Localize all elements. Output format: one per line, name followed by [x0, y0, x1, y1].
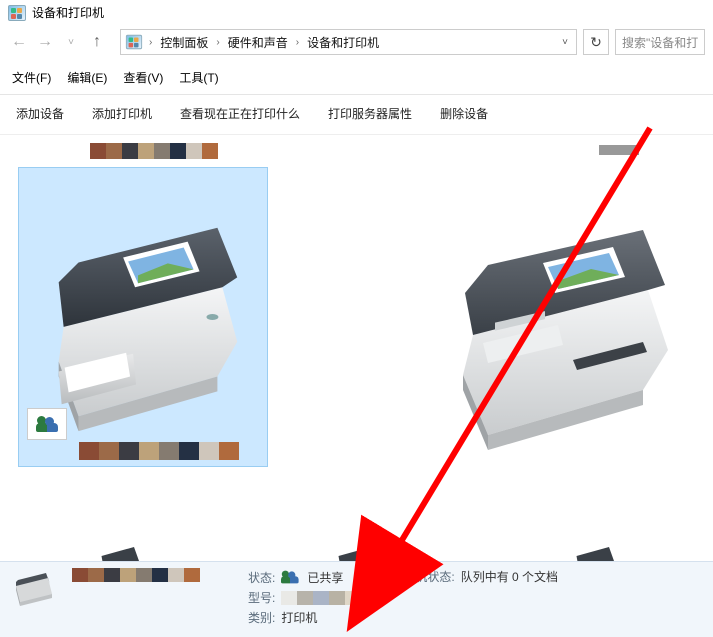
- cmd-add-device[interactable]: 添加设备: [16, 105, 64, 122]
- menu-view[interactable]: 查看(V): [123, 69, 163, 86]
- devices-printers-icon: [8, 5, 26, 21]
- menu-bar: 文件(F) 编辑(E) 查看(V) 工具(T): [0, 63, 713, 95]
- printer-item[interactable]: [433, 185, 693, 465]
- people-icon: [36, 415, 58, 433]
- chevron-right-icon[interactable]: ›: [214, 37, 221, 48]
- command-toolbar: 添加设备 添加打印机 查看现在正在打印什么 打印服务器属性 删除设备: [0, 95, 713, 135]
- search-input[interactable]: 搜索"设备和打: [615, 29, 705, 55]
- printer-state-label: 打印机状态:: [391, 568, 454, 585]
- search-placeholder: 搜索"设备和打: [622, 34, 698, 51]
- cmd-print-server-props[interactable]: 打印服务器属性: [328, 105, 412, 122]
- shared-badge: [27, 408, 67, 440]
- nav-buttons: ← → ˅ ↑: [8, 31, 108, 53]
- back-button[interactable]: ←: [8, 31, 30, 53]
- cmd-add-printer[interactable]: 添加打印机: [92, 105, 152, 122]
- category-label: 类别:: [248, 609, 275, 626]
- people-icon: [281, 570, 299, 584]
- printer-state-value: 队列中有 0 个文档: [461, 568, 558, 585]
- menu-tools[interactable]: 工具(T): [179, 69, 218, 86]
- recent-dropdown[interactable]: ˅: [60, 31, 82, 53]
- details-printer-icon: [10, 568, 56, 608]
- redacted-device-name: [72, 568, 232, 582]
- path-icon: [126, 35, 142, 49]
- cmd-remove-device[interactable]: 删除设备: [440, 105, 488, 122]
- content-area: [0, 135, 713, 575]
- menu-file[interactable]: 文件(F): [12, 69, 51, 86]
- breadcrumb-hardware-sound[interactable]: 硬件和声音: [226, 32, 290, 53]
- chevron-right-icon[interactable]: ›: [147, 37, 154, 48]
- window-title: 设备和打印机: [32, 4, 104, 21]
- breadcrumb-devices-printers[interactable]: 设备和打印机: [305, 32, 381, 53]
- state-label: 状态:: [248, 569, 275, 586]
- redacted-label: [599, 145, 639, 155]
- redacted-model: [281, 591, 361, 605]
- window-titlebar: 设备和打印机: [0, 0, 713, 25]
- menu-edit[interactable]: 编辑(E): [67, 69, 107, 86]
- details-pane: 状态: 已共享 型号: 类别: 打印机 打印机状态: 队列中有 0 个文档: [0, 561, 713, 637]
- path-dropdown[interactable]: ˅: [558, 37, 572, 48]
- address-bar: ← → ˅ ↑ › 控制面板 › 硬件和声音 › 设备和打印机 ˅ ↻ 搜索"设…: [0, 25, 713, 63]
- printer-icon: [433, 185, 693, 465]
- forward-button[interactable]: →: [34, 31, 56, 53]
- up-button[interactable]: ↑: [86, 31, 108, 53]
- breadcrumb-control-panel[interactable]: 控制面板: [158, 32, 210, 53]
- model-label: 型号:: [248, 589, 275, 606]
- redacted-name-swatches: [90, 143, 218, 159]
- redacted-thumb-swatches: [79, 442, 239, 460]
- refresh-button[interactable]: ↻: [583, 29, 609, 55]
- state-value: 已共享: [307, 569, 343, 586]
- chevron-right-icon[interactable]: ›: [294, 37, 301, 48]
- cmd-see-printing[interactable]: 查看现在正在打印什么: [180, 105, 300, 122]
- category-value: 打印机: [281, 609, 317, 626]
- printer-item-selected[interactable]: [18, 167, 268, 467]
- breadcrumb-path[interactable]: › 控制面板 › 硬件和声音 › 设备和打印机 ˅: [120, 29, 577, 55]
